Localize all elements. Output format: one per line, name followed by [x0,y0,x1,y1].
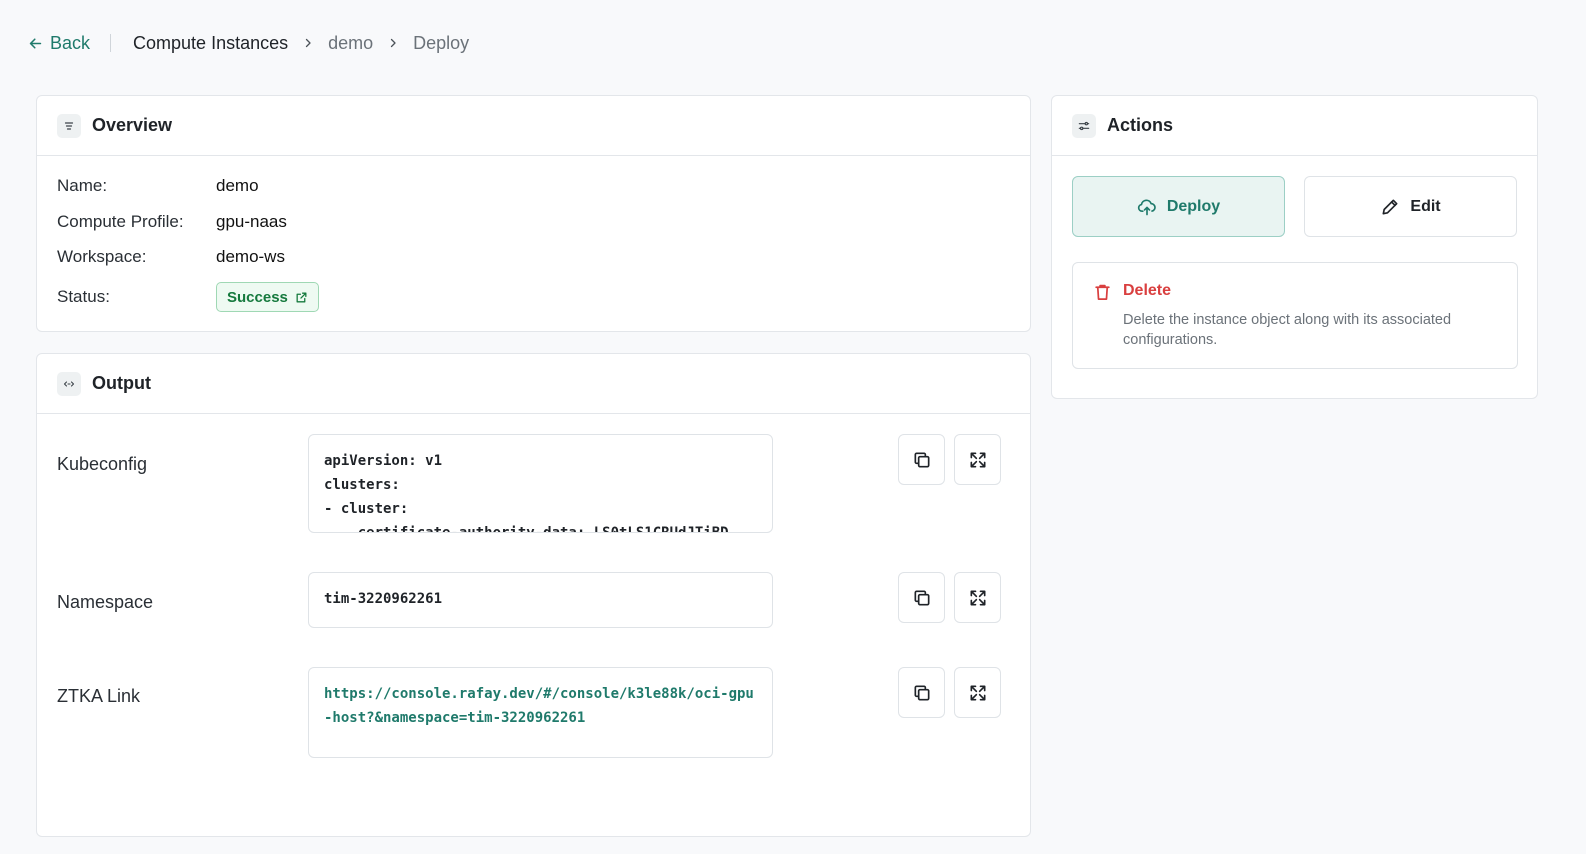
delete-description: Delete the instance object along with it… [1123,312,1452,348]
breadcrumb-compute-instances[interactable]: Compute Instances [133,33,288,54]
kubeconfig-value[interactable]: apiVersion: v1 clusters: - cluster: cert… [308,434,773,533]
back-label: Back [50,32,91,53]
namespace-copy-button[interactable] [898,572,945,623]
overview-card: Overview Name: demo Compute Profile: gpu… [36,95,1031,332]
kubeconfig-label: Kubeconfig [57,454,148,474]
delete-title: Delete [1123,282,1172,299]
cloud-upload-icon [1137,198,1156,215]
overview-header: Overview [37,96,1030,156]
pencil-icon [1382,199,1398,214]
field-label: Compute Profile: [57,212,184,231]
actions-title: Actions [1107,115,1174,135]
edit-button[interactable]: Edit [1304,176,1517,237]
output-title: Output [92,373,151,393]
ztka-label: ZTKA Link [57,686,141,706]
kubeconfig-expand-button[interactable] [954,434,1001,485]
breadcrumb: Back Compute Instances demo Deploy [27,30,469,56]
breadcrumb-divider [110,34,112,52]
back-button[interactable]: Back [27,33,90,54]
breadcrumb-deploy: Deploy [413,32,470,53]
kubeconfig-copy-button[interactable] [898,434,945,485]
expand-icon [970,590,985,605]
field-value: demo [216,176,259,195]
overview-row-profile: Compute Profile: gpu-naas [57,212,287,232]
actions-header: Actions [1052,96,1537,156]
field-label: Workspace: [57,247,147,266]
namespace-label: Namespace [57,592,154,612]
status-text: Success [227,288,288,306]
field-label: Name: [57,176,108,195]
chevron-right-icon [302,37,314,49]
copy-icon [914,452,929,467]
sliders-icon [1072,113,1096,138]
ztka-link[interactable]: https://console.rafay.dev/#/console/k3le… [308,667,773,758]
lines-icon [57,113,81,138]
output-header: Output [37,354,1030,414]
trash-icon [1095,284,1110,300]
field-value: demo-ws [216,247,285,266]
delete-action[interactable]: Delete Delete the instance object along … [1072,262,1518,369]
deploy-button[interactable]: Deploy [1072,176,1285,237]
breadcrumb-demo[interactable]: demo [328,33,373,54]
status-badge[interactable]: Success [216,282,319,312]
copy-icon [914,685,929,700]
overview-row-status: Status: Success [57,282,319,312]
copy-icon [914,590,929,605]
namespace-value[interactable]: tim-3220962261 [308,572,773,628]
chevron-right-icon [387,37,399,49]
overview-row-name: Name: demo [57,176,259,196]
external-link-icon [296,292,307,302]
ztka-expand-button[interactable] [954,667,1001,718]
output-card: Output Kubeconfig apiVersion: v1 cluster… [36,353,1031,837]
overview-row-workspace: Workspace: demo-ws [57,247,285,267]
expand-icon [970,685,985,700]
expand-icon [970,452,985,467]
field-value: gpu-naas [216,212,287,231]
code-icon [57,371,81,396]
overview-title: Overview [92,115,173,135]
edit-label: Edit [1410,197,1441,215]
actions-card: Actions Deploy Edit Delete Delete the in… [1051,95,1538,399]
field-label: Status: [57,287,110,306]
namespace-expand-button[interactable] [954,572,1001,623]
arrow-left-icon [29,37,42,49]
deploy-label: Deploy [1166,197,1221,215]
ztka-copy-button[interactable] [898,667,945,718]
